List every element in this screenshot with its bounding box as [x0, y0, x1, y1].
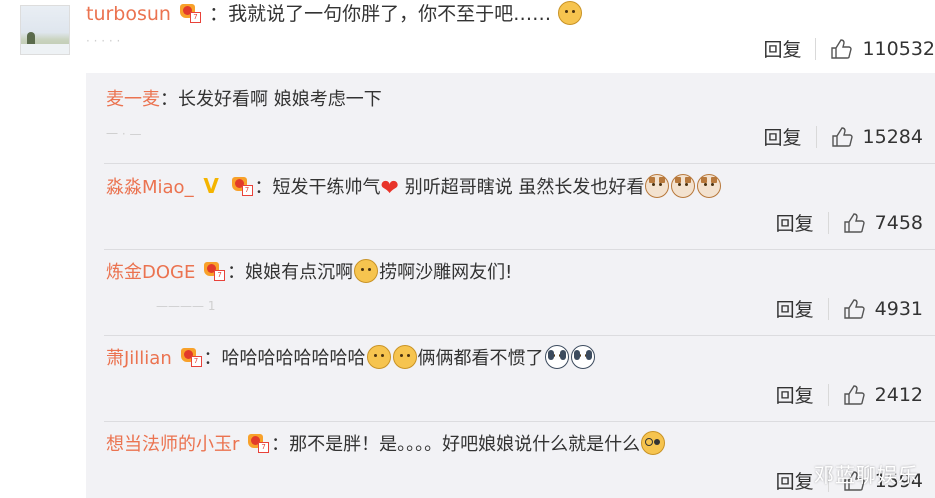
reply-text: 短发干练帅气: [272, 177, 381, 198]
vip-crown-icon: 7: [231, 177, 253, 196]
like-count: 110532: [862, 37, 935, 60]
reply-button[interactable]: 回复: [776, 295, 814, 322]
vip-crown-icon: 7: [203, 262, 226, 281]
doge-emoji-icon: [558, 1, 583, 25]
husky-emoji-icon: [570, 345, 595, 369]
reply-actions: 回复 2412: [776, 381, 923, 408]
divider: [104, 335, 935, 336]
watermark: 邓蓝聊娱乐: [814, 463, 919, 487]
reply-text: 哈哈哈哈哈哈哈哈: [221, 348, 366, 369]
username-link[interactable]: 麦一麦: [106, 89, 160, 110]
thumbs-up-icon: [843, 212, 865, 233]
action-divider: [827, 211, 829, 234]
separator: ：: [227, 262, 246, 283]
verified-v-icon: V: [203, 174, 219, 198]
reply-text: 娘娘有点沉啊: [245, 262, 354, 283]
username-link[interactable]: 淼淼Miao_: [106, 177, 194, 198]
reply-item: 炼金DOGE 7 ：娘娘有点沉啊 捞啊沙雕网友们!: [106, 259, 923, 286]
separator: ：: [209, 3, 229, 25]
like-button[interactable]: 2412: [843, 384, 923, 406]
separator: ：: [160, 89, 178, 110]
vip-crown-icon: 7: [247, 434, 270, 453]
vip-crown-icon: 7: [180, 348, 202, 367]
like-count: 7458: [874, 211, 923, 234]
like-count: 4931: [874, 297, 923, 320]
divider: [104, 421, 935, 422]
action-divider: [827, 383, 829, 406]
faint-artifact: 一 · —: [106, 127, 142, 141]
thumbs-up-icon: [831, 126, 853, 147]
action-divider: [827, 297, 829, 320]
username-link[interactable]: 炼金DOGE: [106, 262, 195, 283]
thumbs-up-icon: [831, 38, 853, 59]
vip-crown-icon: 7: [179, 4, 202, 23]
like-count: 2412: [874, 383, 923, 406]
like-button[interactable]: 15284: [831, 126, 923, 148]
reply-actions: 回复 15284: [764, 123, 923, 150]
cat-emoji-icon: [671, 174, 696, 198]
like-button[interactable]: 4931: [843, 298, 923, 320]
replies-panel: 麦一麦：长发好看啊 娘娘考虑一下 一 · — 回复 15284 淼淼Miao_ …: [86, 73, 935, 498]
divider: [104, 163, 935, 164]
reply-text: 那不是胖！是。。。。好吧娘娘说什么就是什么: [289, 434, 641, 455]
like-count: 15284: [862, 125, 923, 148]
reply-item: 萧Jillian 7 ：哈哈哈哈哈哈哈哈 俩俩都看不惯了: [106, 345, 923, 372]
like-button[interactable]: 110532: [830, 38, 935, 60]
doge-emoji-icon: [354, 259, 379, 283]
reply-item: 麦一麦：长发好看啊 娘娘考虑一下: [106, 87, 923, 113]
faint-artifact: · · · · ·: [86, 34, 121, 48]
reply-button[interactable]: 回复: [776, 467, 814, 494]
doge-emoji-icon: [366, 345, 391, 369]
reply-button[interactable]: 回复: [764, 123, 802, 150]
top-comment-actions: 回复 110532: [763, 35, 935, 62]
reply-button[interactable]: 回复: [776, 381, 814, 408]
action-divider: [815, 37, 817, 60]
top-comment: turbosun 7 ：我就说了一句你胖了，你不至于吧……: [86, 1, 935, 26]
username-link[interactable]: turbosun: [86, 3, 171, 25]
like-button[interactable]: 7458: [843, 212, 923, 234]
reply-item: 想当法师的小玉r 7 ：那不是胖！是。。。。好吧娘娘说什么就是什么: [106, 431, 923, 458]
reply-button[interactable]: 回复: [763, 35, 801, 62]
action-divider: [815, 125, 817, 148]
reply-text-cont: 别听超哥瞎说 虽然长发也好看: [404, 177, 645, 198]
username-link[interactable]: 萧Jillian: [106, 348, 172, 369]
avatar-tree-shape: [27, 32, 35, 44]
reply-text-cont: 捞啊沙雕网友们!: [379, 262, 513, 283]
separator: ：: [254, 177, 273, 198]
reply-text-cont: 俩俩都看不惯了: [417, 348, 544, 369]
thumbs-up-icon: [843, 384, 865, 405]
doge-emoji-icon: [392, 345, 417, 369]
faint-artifact: ———— 1: [156, 299, 216, 313]
reply-actions: 回复 7458: [776, 209, 923, 236]
cat-emoji-icon: [697, 174, 722, 198]
husky-emoji-icon: [544, 345, 569, 369]
username-link[interactable]: 想当法师的小玉r: [106, 434, 239, 455]
cat-emoji-icon: [645, 174, 670, 198]
separator: ：: [203, 348, 222, 369]
reply-button[interactable]: 回复: [776, 209, 814, 236]
comment-text: 我就说了一句你胖了，你不至于吧……: [228, 3, 552, 25]
thumbs-up-icon: [843, 298, 865, 319]
divider: [104, 249, 935, 250]
glasses-emoji-icon: [641, 431, 666, 455]
heart-icon: ❤: [380, 176, 399, 201]
reply-item: 淼淼Miao_ V 7 ：短发干练帅气❤ 别听超哥瞎说 虽然长发也好看: [106, 173, 923, 202]
reply-actions: 回复 4931: [776, 295, 923, 322]
avatar[interactable]: [20, 5, 70, 55]
avatar-snow-shape: [21, 44, 69, 54]
separator: ：: [271, 434, 290, 455]
reply-text: 长发好看啊 娘娘考虑一下: [178, 89, 382, 110]
